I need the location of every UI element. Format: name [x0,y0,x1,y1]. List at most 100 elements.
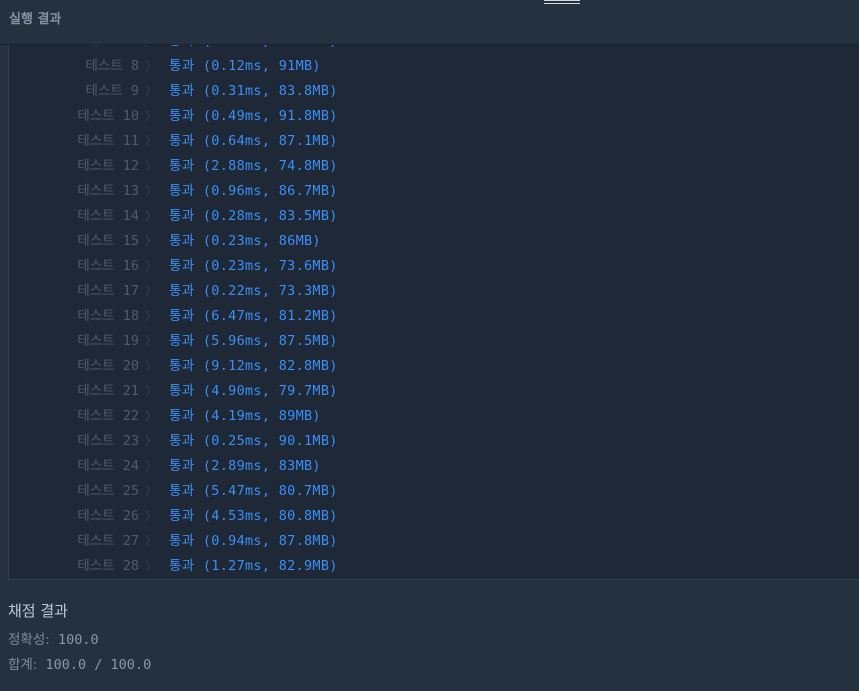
test-label: 테스트 27 [77,533,139,549]
test-result-row: 테스트 11 〉 통과 (0.64ms, 87.1MB) [9,129,859,154]
chevron-right-icon: 〉 [145,459,158,473]
test-result-text: 통과 (0.94ms, 87.8MB) [169,533,338,549]
test-result-row: 테스트 7 〉 통과 (0.13ms, 73.4MB) [9,45,859,54]
chevron-right-icon: 〉 [145,134,158,148]
test-label: 테스트 23 [77,433,139,449]
test-result-text: 통과 (5.96ms, 87.5MB) [169,333,338,349]
chevron-right-icon: 〉 [145,484,158,498]
test-result-row: 테스트 19 〉 통과 (5.96ms, 87.5MB) [9,329,859,354]
test-result-row: 테스트 21 〉 통과 (4.90ms, 79.7MB) [9,379,859,404]
test-label: 테스트 8 [85,58,139,74]
test-label: 테스트 9 [85,83,139,99]
test-result-text: 통과 (4.19ms, 89MB) [169,408,321,424]
chevron-right-icon: 〉 [145,534,158,548]
chevron-right-icon: 〉 [145,409,158,423]
chevron-right-icon: 〉 [145,509,158,523]
chevron-right-icon: 〉 [145,309,158,323]
test-result-text: 통과 (5.47ms, 80.7MB) [169,483,338,499]
test-result-text: 통과 (0.23ms, 73.6MB) [169,258,338,274]
total-value: 100.0 / 100.0 [45,657,152,673]
test-label: 테스트 17 [77,283,139,299]
chevron-right-icon: 〉 [145,284,158,298]
test-label: 테스트 18 [77,308,139,324]
test-result-row: 테스트 12 〉 통과 (2.88ms, 74.8MB) [9,154,859,179]
test-result-text: 통과 (0.31ms, 83.8MB) [169,83,338,99]
chevron-right-icon: 〉 [145,159,158,173]
chevron-right-icon: 〉 [145,259,158,273]
test-label: 테스트 21 [77,383,139,399]
test-result-text: 통과 (0.23ms, 86MB) [169,233,321,249]
grading-summary: 채점 결과 정확성: 100.0 합계: 100.0 / 100.0 [8,600,151,678]
test-result-row: 테스트 9 〉 통과 (0.31ms, 83.8MB) [9,79,859,104]
test-result-text: 통과 (2.88ms, 74.8MB) [169,158,338,174]
test-result-text: 통과 (6.47ms, 81.2MB) [169,308,338,324]
test-result-text: 통과 (4.90ms, 79.7MB) [169,383,338,399]
test-label: 테스트 12 [77,158,139,174]
accuracy-label: 정확성: [8,632,50,648]
test-result-text: 통과 (0.22ms, 73.3MB) [169,283,338,299]
test-result-text: 통과 (4.53ms, 80.8MB) [169,508,338,524]
chevron-right-icon: 〉 [145,109,158,123]
chevron-right-icon: 〉 [145,559,158,573]
chevron-right-icon: 〉 [145,84,158,98]
test-result-text: 통과 (0.12ms, 91MB) [169,58,321,74]
test-result-row: 테스트 26 〉 통과 (4.53ms, 80.8MB) [9,504,859,529]
test-label: 테스트 16 [77,258,139,274]
accuracy-value: 100.0 [57,632,99,648]
test-result-row: 테스트 15 〉 통과 (0.23ms, 86MB) [9,229,859,254]
test-result-row: 테스트 10 〉 통과 (0.49ms, 91.8MB) [9,104,859,129]
grading-title: 채점 결과 [8,602,68,620]
test-result-row: 테스트 13 〉 통과 (0.96ms, 86.7MB) [9,179,859,204]
test-result-row: 테스트 28 〉 통과 (1.27ms, 82.9MB) [9,554,859,579]
test-results-list: 테스트 7 〉 통과 (0.13ms, 73.4MB) 테스트 8 〉 통과 (0.12m… [9,45,859,579]
chevron-right-icon: 〉 [145,184,158,198]
test-result-text: 통과 (0.13ms, 73.4MB) [169,45,338,54]
chevron-right-icon: 〉 [145,434,158,448]
test-label: 테스트 20 [77,358,139,374]
test-result-text: 통과 (0.25ms, 90.1MB) [169,433,338,449]
test-label: 테스트 14 [77,208,139,224]
test-result-row: 테스트 14 〉 통과 (0.28ms, 83.5MB) [9,204,859,229]
test-results-panel[interactable]: 테스트 7 〉 통과 (0.13ms, 73.4MB) 테스트 8 〉 통과 (0.12m… [8,45,859,580]
test-result-row: 테스트 22 〉 통과 (4.19ms, 89MB) [9,404,859,429]
chevron-right-icon: 〉 [145,359,158,373]
total-label: 합계: [8,657,38,673]
drag-handle-icon[interactable] [544,0,580,6]
test-label: 테스트 13 [77,183,139,199]
test-result-row: 테스트 20 〉 통과 (9.12ms, 82.8MB) [9,354,859,379]
chevron-right-icon: 〉 [145,59,158,73]
panel-title: 실행 결과 [9,12,62,27]
chevron-right-icon: 〉 [145,334,158,348]
results-header: 실행 결과 [0,0,859,45]
chevron-right-icon: 〉 [145,234,158,248]
total-row: 합계: 100.0 / 100.0 [8,653,151,678]
test-result-text: 통과 (0.28ms, 83.5MB) [169,208,338,224]
test-result-text: 통과 (0.64ms, 87.1MB) [169,133,338,149]
test-label: 테스트 26 [77,508,139,524]
chevron-right-icon: 〉 [145,209,158,223]
chevron-right-icon: 〉 [145,384,158,398]
test-result-row: 테스트 18 〉 통과 (6.47ms, 81.2MB) [9,304,859,329]
test-result-row: 테스트 27 〉 통과 (0.94ms, 87.8MB) [9,529,859,554]
test-result-text: 통과 (1.27ms, 82.9MB) [169,558,338,574]
test-label: 테스트 25 [77,483,139,499]
test-label: 테스트 7 [9,45,139,54]
test-label: 테스트 22 [77,408,139,424]
test-result-text: 통과 (2.89ms, 83MB) [169,458,321,474]
test-result-row: 테스트 23 〉 통과 (0.25ms, 90.1MB) [9,429,859,454]
test-result-row: 테스트 25 〉 통과 (5.47ms, 80.7MB) [9,479,859,504]
test-result-text: 통과 (9.12ms, 82.8MB) [169,358,338,374]
test-result-row: 테스트 8 〉 통과 (0.12ms, 91MB) [9,54,859,79]
test-result-text: 통과 (0.96ms, 86.7MB) [169,183,338,199]
test-result-row: 테스트 17 〉 통과 (0.22ms, 73.3MB) [9,279,859,304]
test-result-text: 통과 (0.49ms, 91.8MB) [169,108,338,124]
test-result-row: 테스트 16 〉 통과 (0.23ms, 73.6MB) [9,254,859,279]
test-result-row: 테스트 24 〉 통과 (2.89ms, 83MB) [9,454,859,479]
test-label: 테스트 24 [77,458,139,474]
chevron-right-icon: 〉 [145,45,157,54]
test-label: 테스트 15 [77,233,139,249]
test-label: 테스트 28 [77,558,139,574]
test-label: 테스트 19 [77,333,139,349]
accuracy-row: 정확성: 100.0 [8,628,151,653]
test-label: 테스트 11 [77,133,139,149]
